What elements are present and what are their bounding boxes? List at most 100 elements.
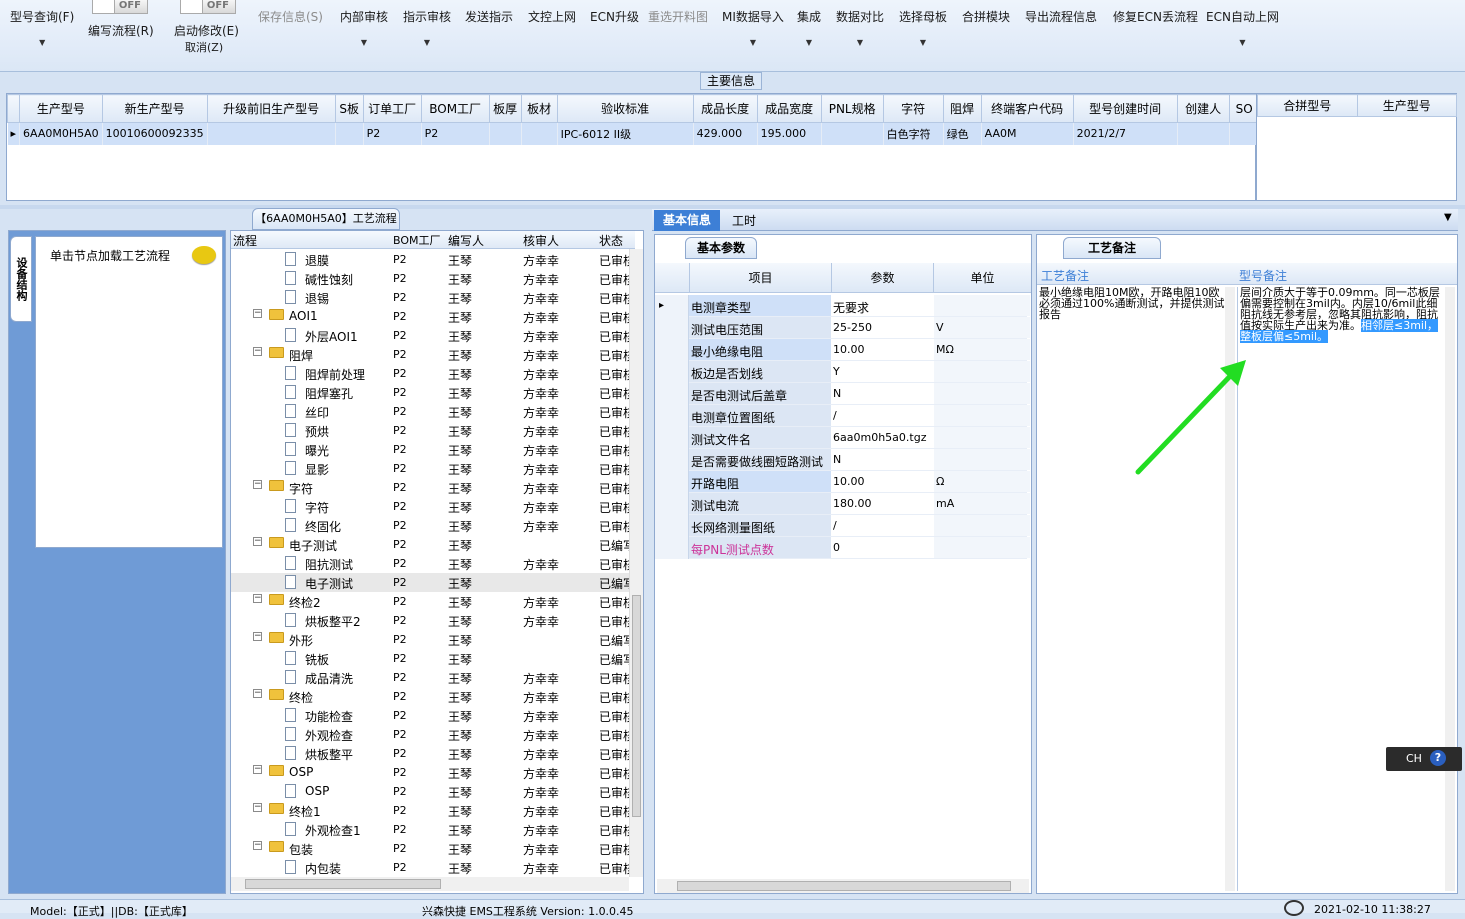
cancel-button[interactable]: 取消(Z) [185,39,223,55]
col-header[interactable]: 成品长度 [692,94,758,123]
write-flow-button[interactable]: 编写流程(R) [88,22,154,39]
col-header[interactable]: 型号创建时间 [1072,94,1178,123]
tree-row[interactable]: 外观检查1 P2 王琴 方幸幸 已审核 [231,820,635,839]
param-row[interactable]: 测试文件名 6aa0m0h5a0.tgz [655,427,1030,449]
cell[interactable]: 2021/2/7 [1073,122,1178,145]
internal-review-button[interactable]: 内部审核 ▼ [340,8,388,47]
tab-work-hours[interactable]: 工时 [732,212,756,229]
tree-row[interactable]: 阻焊前处理 P2 王琴 方幸幸 已审核 [231,364,635,383]
col-header[interactable]: 新生产型号 [101,94,208,123]
tree-row[interactable]: 外层AOI1 P2 王琴 方幸幸 已审核 [231,326,635,345]
collapse-icon[interactable]: − [253,689,262,698]
col-header[interactable]: 终端客户代码 [980,94,1074,123]
col-flow[interactable]: 流程 [233,232,257,249]
cell[interactable] [1229,122,1260,145]
cell[interactable]: 10010600092335 [102,122,208,145]
fix-ecn-button[interactable]: 修复ECN丢流程 [1113,8,1198,25]
param-value[interactable]: 10.00 [833,475,865,488]
col-status[interactable]: 状态 [599,232,623,249]
data-compare-button[interactable]: 数据对比 ▼ [836,8,884,47]
collapse-icon[interactable]: − [253,765,262,774]
tab-device-structure[interactable]: 设备结构 [10,236,32,322]
save-button[interactable]: 保存信息(S) [258,8,323,25]
col-header[interactable]: 订单工厂 [362,94,422,123]
col-header[interactable]: 阻焊 [942,94,982,123]
col-header[interactable]: 创建人 [1176,94,1230,123]
table-row[interactable]: ▸ 6AA0M0H5A0 10010600092335 P2 P2 IPC-6012 II… [7,122,1260,145]
col-param[interactable]: 参数 [831,263,933,293]
cell[interactable]: 白色字符 [883,122,944,145]
collapse-icon[interactable]: − [253,841,262,850]
hscroll-thumb[interactable] [245,879,441,889]
param-row[interactable]: 电测章位置图纸 / [655,405,1030,427]
tree-row[interactable]: 阻抗测试 P2 王琴 方幸幸 已审核 [231,554,635,573]
param-value[interactable]: N [833,453,841,466]
tree-row[interactable]: 丝印 P2 王琴 方幸幸 已审核 [231,402,635,421]
param-value[interactable]: 10.00 [833,343,865,356]
tree-row[interactable]: 显影 P2 王琴 方幸幸 已审核 [231,459,635,478]
col-writer[interactable]: 编写人 [448,232,484,249]
mi-import-button[interactable]: MI数据导入 ▼ [722,8,784,47]
dropdown-arrow-icon[interactable]: ▼ [1444,212,1452,223]
collapse-icon[interactable]: − [253,803,262,812]
cell[interactable]: 429.000 [693,122,758,145]
cell[interactable]: 绿色 [943,122,982,145]
cell[interactable]: AA0M [981,122,1074,145]
tree-row[interactable]: 成品清洗 P2 王琴 方幸幸 已审核 [231,668,635,687]
help-icon[interactable]: ? [1430,750,1446,766]
select-mother-button[interactable]: 选择母板 ▼ [899,8,947,47]
cell[interactable] [521,122,558,145]
tree-row[interactable]: − 外形 P2 王琴 已编写 [231,630,635,649]
tree-row[interactable]: 退锡 P2 王琴 方幸幸 已审核 [231,288,635,307]
col-header[interactable]: 成品宽度 [756,94,822,123]
cell[interactable]: P2 [363,122,422,145]
param-row[interactable]: 测试电流 180.00 mA [655,493,1030,515]
ecn-upgrade-button[interactable]: ECN升级 [590,8,639,25]
start-edit-button[interactable]: 启动修改(E) [174,22,239,39]
param-row[interactable]: 是否需要做线圈短路测试 N [655,449,1030,471]
param-value[interactable]: 180.00 [833,497,872,510]
param-value[interactable]: N [833,387,841,400]
export-flow-button[interactable]: 导出流程信息 [1025,8,1097,25]
toggle-switch-edit[interactable]: OFF [180,0,236,14]
tree-row[interactable]: − 字符 P2 王琴 方幸幸 已审核 [231,478,635,497]
param-value[interactable]: 25-250 [833,321,872,334]
col-header[interactable]: 板材 [520,94,558,123]
collapse-icon[interactable]: − [253,480,262,489]
hscroll-thumb[interactable] [677,881,1011,891]
scroll-thumb[interactable] [632,595,641,817]
tree-row[interactable]: 碱性蚀刻 P2 王琴 方幸幸 已审核 [231,269,635,288]
tree-row[interactable]: 烘板整平2 P2 王琴 方幸幸 已审核 [231,611,635,630]
resend-chart-button[interactable]: 重选开料图 [648,8,708,25]
tree-row[interactable]: 铣板 P2 王琴 已编写 [231,649,635,668]
param-value[interactable]: / [833,519,837,532]
params-hscroll[interactable] [657,879,1029,893]
ime-language[interactable]: CH [1406,752,1422,765]
param-value[interactable]: Y [833,365,840,378]
tree-hscroll[interactable] [231,877,629,891]
param-value[interactable]: 无要求 [833,299,869,316]
doc-upload-button[interactable]: 文控上网 [528,8,576,25]
cell[interactable] [489,122,522,145]
col-header[interactable]: 升级前旧生产型号 [206,94,336,123]
tree-row[interactable]: 烘板整平 P2 王琴 方幸幸 已审核 [231,744,635,763]
col-item[interactable]: 项目 [689,263,831,293]
param-row[interactable]: 每PNL测试点数 0 [655,537,1030,559]
cell[interactable] [335,122,364,145]
send-instruct-button[interactable]: 发送指示 [465,8,513,25]
tree-row[interactable]: − OSP P2 王琴 方幸幸 已审核 [231,763,635,782]
col-header[interactable]: 验收标准 [556,94,694,123]
model-note-textarea[interactable]: 层间介质大于等于0.09mm。同一芯板层偏需要控制在3mil内。内层10/6mi… [1237,287,1445,891]
tree-row[interactable]: − AOI1 P2 王琴 方幸幸 已审核 [231,307,635,326]
toggle-switch-write[interactable]: OFF [92,0,148,14]
tree-row[interactable]: − 终检1 P2 王琴 方幸幸 已审核 [231,801,635,820]
param-row[interactable]: 开路电阻 10.00 Ω [655,471,1030,493]
col-reviewer[interactable]: 核审人 [523,232,559,249]
tree-row[interactable]: 终固化 P2 王琴 方幸幸 已审核 [231,516,635,535]
model-note-vscroll[interactable] [1445,287,1455,891]
tree-row[interactable]: 内包装 P2 王琴 方幸幸 已审核 [231,858,635,877]
tree-row[interactable]: 字符 P2 王琴 方幸幸 已审核 [231,497,635,516]
ecn-auto-button[interactable]: ECN自动上网 ▼ [1206,8,1279,47]
model-query-button[interactable]: 型号查询(F) ▼ [10,8,74,47]
tree-row[interactable]: 阻焊塞孔 P2 王琴 方幸幸 已审核 [231,383,635,402]
